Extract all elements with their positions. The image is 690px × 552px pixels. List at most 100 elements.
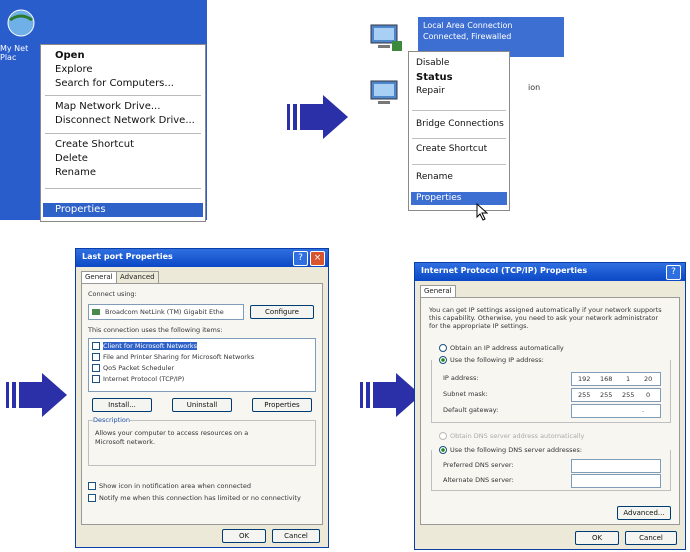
dialog-title: Internet Protocol (TCP/IP) Properties bbox=[421, 266, 588, 275]
ip-octet: 1 bbox=[626, 375, 631, 383]
tab-general[interactable]: General bbox=[420, 285, 456, 297]
menu-item-delete[interactable]: Delete bbox=[55, 153, 88, 164]
help-icon[interactable]: ? bbox=[293, 251, 308, 266]
component-label: Internet Protocol (TCP/IP) bbox=[103, 375, 185, 383]
list-item[interactable]: Client for Microsoft Networks bbox=[92, 342, 198, 350]
menu-item-disconnect-network-drive[interactable]: Disconnect Network Drive... bbox=[55, 115, 195, 126]
notify-label: Notify me when this connection has limit… bbox=[99, 494, 301, 502]
cancel-button[interactable]: Cancel bbox=[625, 531, 677, 545]
subnet-mask-field[interactable]: 255 255 255 0 bbox=[571, 388, 661, 402]
component-label: File and Printer Sharing for Microsoft N… bbox=[103, 353, 255, 361]
lan-properties-dialog: Last port Properties ? × General Advance… bbox=[75, 248, 329, 548]
title-bar: Internet Protocol (TCP/IP) Properties ? bbox=[415, 263, 685, 281]
menu-separator bbox=[412, 164, 506, 165]
menu-separator bbox=[45, 133, 201, 134]
help-icon[interactable]: ? bbox=[666, 265, 681, 280]
menu-item-properties[interactable]: Properties bbox=[416, 193, 461, 203]
ip-address-label: IP address: bbox=[443, 374, 479, 382]
uninstall-button[interactable]: Uninstall bbox=[172, 398, 232, 412]
checkbox-checked-icon[interactable] bbox=[88, 494, 96, 502]
component-label: Client for Microsoft Networks bbox=[103, 342, 198, 350]
tab-general[interactable]: General bbox=[81, 271, 117, 283]
arrow-right-icon bbox=[360, 373, 421, 417]
desktop-icon-label[interactable]: My Net Plac bbox=[0, 44, 36, 62]
menu-item-rename[interactable]: Rename bbox=[416, 172, 453, 182]
list-item[interactable]: QoS Packet Scheduler bbox=[92, 364, 174, 372]
menu-item-create-shortcut[interactable]: Create Shortcut bbox=[416, 144, 487, 154]
connection-status: Connected, Firewalled bbox=[423, 32, 512, 41]
menu-item-properties[interactable]: Properties bbox=[55, 204, 106, 215]
subnet-mask-label: Subnet mask: bbox=[443, 390, 488, 398]
menu-separator bbox=[412, 110, 506, 111]
menu-item-repair[interactable]: Repair bbox=[416, 86, 445, 96]
menu-item-rename[interactable]: Rename bbox=[55, 167, 96, 178]
install-button[interactable]: Install... bbox=[92, 398, 152, 412]
menu-item-explore[interactable]: Explore bbox=[55, 64, 93, 75]
list-item[interactable]: File and Printer Sharing for Microsoft N… bbox=[92, 353, 254, 361]
ip-octet: 20 bbox=[644, 375, 653, 383]
ip-octet: 255 bbox=[600, 391, 613, 399]
checkbox-checked-icon[interactable] bbox=[92, 375, 100, 383]
arrow-right-icon bbox=[6, 373, 67, 417]
radio-disabled-icon bbox=[439, 432, 447, 440]
gateway-field[interactable]: . bbox=[571, 404, 661, 418]
octet-dot: . bbox=[642, 406, 645, 414]
dialog-title: Last port Properties bbox=[82, 252, 173, 261]
menu-separator bbox=[412, 138, 506, 139]
alternate-dns-field[interactable] bbox=[571, 474, 661, 488]
ok-button[interactable]: OK bbox=[575, 531, 619, 545]
menu-item-search-computers[interactable]: Search for Computers... bbox=[55, 78, 174, 89]
desktop-context-menu-screenshot: My Net Plac Open Explore Search for Comp… bbox=[0, 0, 207, 222]
preferred-dns-field[interactable] bbox=[571, 459, 661, 473]
menu-item-open[interactable]: Open bbox=[55, 50, 85, 61]
menu-item-map-network-drive[interactable]: Map Network Drive... bbox=[55, 101, 160, 112]
component-label: QoS Packet Scheduler bbox=[103, 364, 175, 372]
ip-octet: 255 bbox=[622, 391, 635, 399]
show-icon-option[interactable]: Show icon in notification area when conn… bbox=[88, 482, 251, 490]
context-menu: Open Explore Search for Computers... Map… bbox=[40, 44, 206, 222]
menu-item-status[interactable]: Status bbox=[416, 72, 453, 83]
ip-address-field[interactable]: 192 168 1 20 bbox=[571, 372, 661, 386]
tab-panel: Connect using: Broadcom NetLink (TM) Gig… bbox=[81, 283, 323, 525]
ip-octet: 0 bbox=[646, 391, 651, 399]
intro-text: You can get IP settings assigned automat… bbox=[429, 306, 662, 330]
list-item[interactable]: Internet Protocol (TCP/IP) bbox=[92, 375, 184, 383]
menu-item-disable[interactable]: Disable bbox=[416, 58, 449, 68]
connection-context-menu-screenshot: Local Area Connection Connected, Firewal… bbox=[358, 7, 566, 222]
connection-item-fragment: ion bbox=[528, 83, 541, 92]
context-menu: Disable Status Repair Bridge Connections… bbox=[408, 51, 510, 211]
preferred-dns-label: Preferred DNS server: bbox=[443, 461, 514, 469]
checkbox-checked-icon[interactable] bbox=[92, 364, 100, 372]
adapter-field: Broadcom NetLink (TM) Gigabit Ethe bbox=[88, 304, 244, 320]
checkbox-checked-icon[interactable] bbox=[92, 342, 100, 350]
close-icon[interactable]: × bbox=[310, 251, 325, 266]
show-icon-label: Show icon in notification area when conn… bbox=[99, 482, 251, 490]
ip-octet: 168 bbox=[600, 375, 613, 383]
advanced-button[interactable]: Advanced... bbox=[617, 506, 671, 520]
configure-button[interactable]: Configure bbox=[250, 305, 314, 319]
connection-name: Local Area Connection bbox=[423, 21, 513, 30]
alternate-dns-label: Alternate DNS server: bbox=[443, 476, 514, 484]
properties-button[interactable]: Properties bbox=[252, 398, 312, 412]
obtain-ip-auto-option[interactable]: Obtain an IP address automatically bbox=[439, 344, 564, 352]
gateway-label: Default gateway: bbox=[443, 406, 499, 414]
network-connection-icon bbox=[370, 24, 402, 51]
notify-option[interactable]: Notify me when this connection has limit… bbox=[88, 494, 301, 502]
menu-item-bridge-connections[interactable]: Bridge Connections bbox=[416, 119, 504, 129]
network-adapter-icon bbox=[92, 309, 100, 315]
description-label: Description bbox=[93, 416, 131, 424]
description-groupbox: Description Allows your computer to acce… bbox=[88, 416, 316, 466]
ok-button[interactable]: OK bbox=[222, 529, 266, 543]
radio-icon[interactable] bbox=[439, 344, 447, 352]
menu-item-create-shortcut[interactable]: Create Shortcut bbox=[55, 139, 134, 150]
checkbox-checked-icon[interactable] bbox=[92, 353, 100, 361]
obtain-dns-auto-option: Obtain DNS server address automatically bbox=[439, 432, 584, 440]
tab-panel: You can get IP settings assigned automat… bbox=[420, 297, 680, 525]
arrow-right-icon bbox=[287, 95, 348, 139]
cancel-button[interactable]: Cancel bbox=[272, 529, 320, 543]
adapter-name: Broadcom NetLink (TM) Gigabit Ethe bbox=[105, 308, 224, 316]
components-list: Client for Microsoft Networks File and P… bbox=[88, 338, 316, 392]
checkbox-icon[interactable] bbox=[88, 482, 96, 490]
network-connection-icon bbox=[370, 80, 398, 104]
description-text: Allows your computer to access resources… bbox=[95, 429, 249, 446]
